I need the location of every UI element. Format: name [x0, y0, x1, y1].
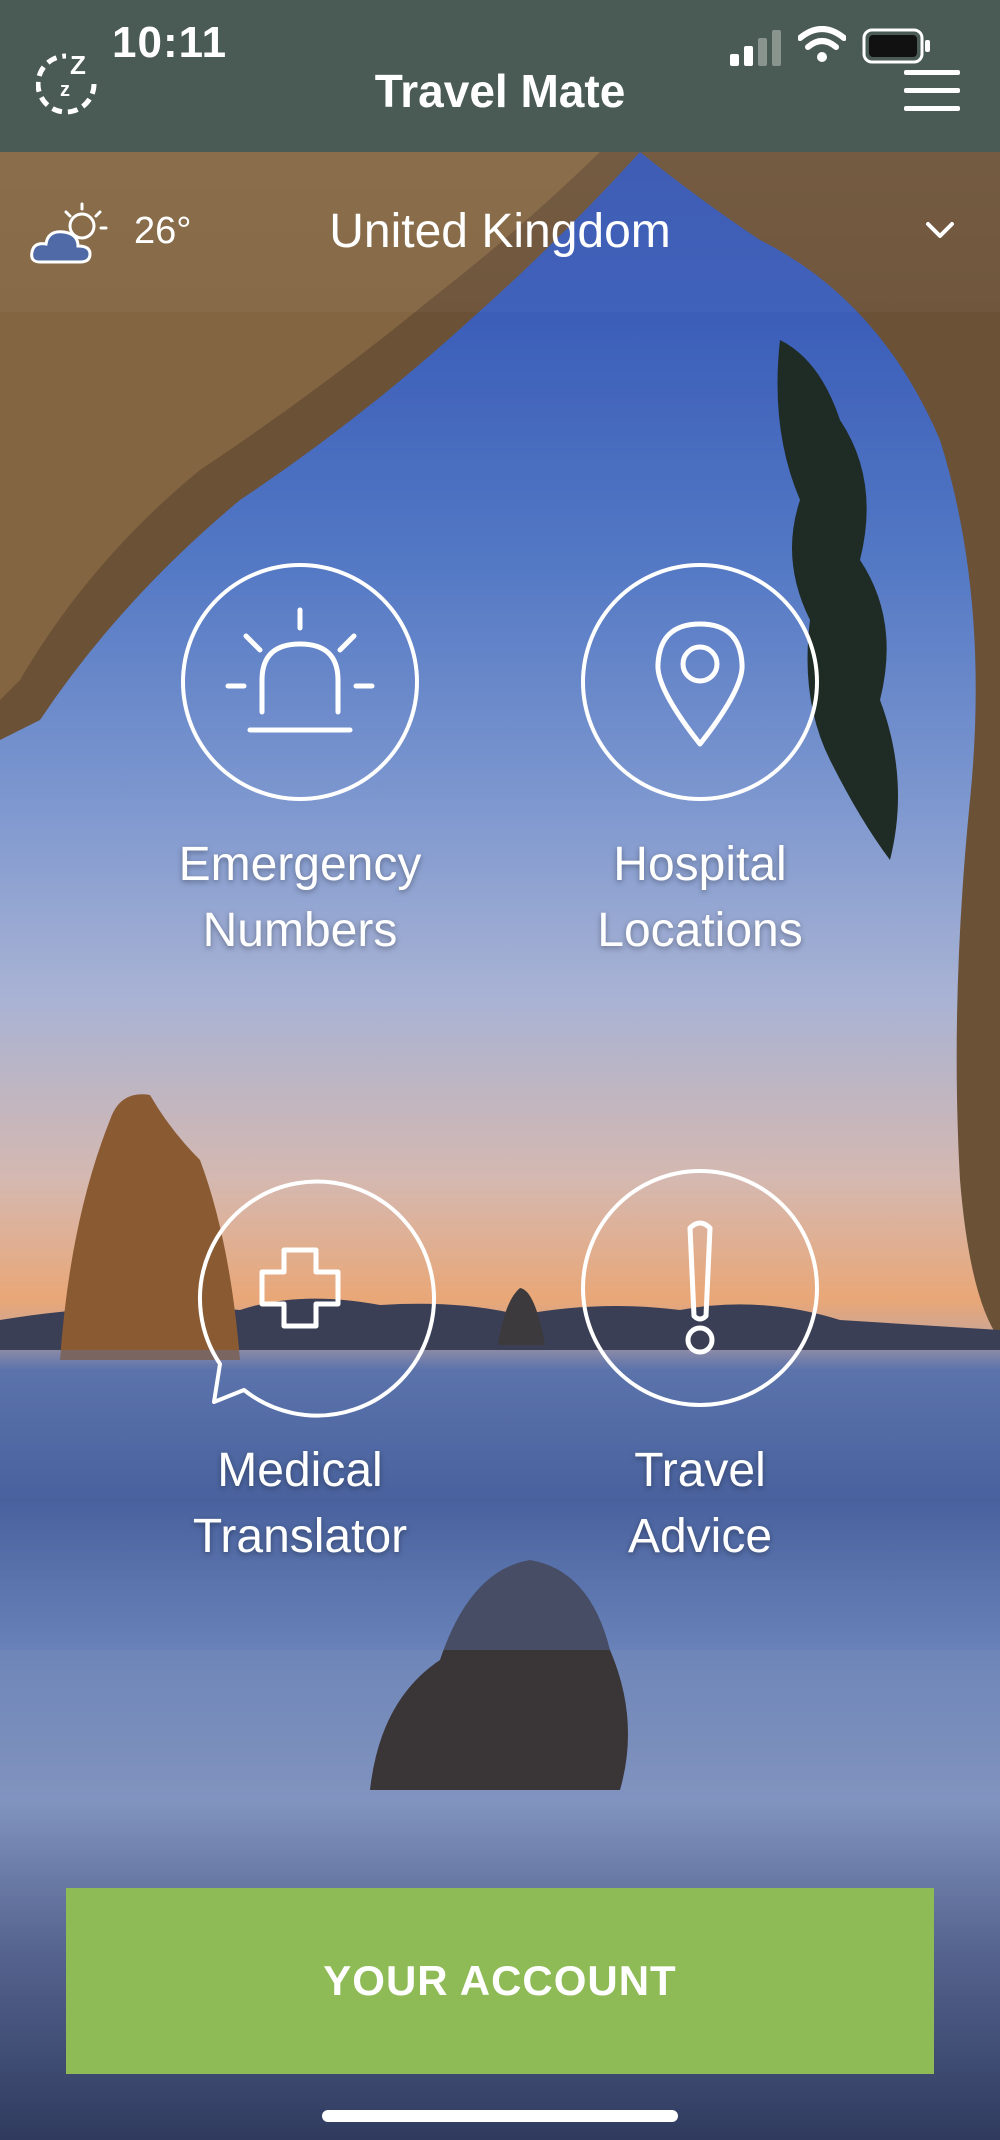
hamburger-line-icon	[904, 106, 960, 111]
home-indicator[interactable]	[322, 2110, 678, 2122]
tile-label-line: Emergency	[178, 838, 422, 891]
hamburger-line-icon	[904, 88, 960, 93]
country-name: United Kingdom	[329, 205, 671, 258]
tile-label: Medical Translator	[120, 1438, 480, 1570]
tile-label: Emergency Numbers	[120, 832, 480, 964]
exclamation-icon	[581, 1169, 819, 1407]
app-title: Travel Mate	[374, 65, 626, 117]
tile-label: Travel Advice	[520, 1438, 880, 1570]
wifi-icon	[798, 26, 846, 62]
tile-label-line: Hospital	[613, 838, 787, 891]
map-pin-icon	[581, 563, 819, 801]
app-header: 10:11 Z z Travel Mate	[0, 0, 1000, 152]
hamburger-line-icon	[904, 70, 960, 75]
cellular-signal-icon	[730, 30, 781, 66]
siren-icon	[181, 563, 419, 801]
temperature-value: 26°	[134, 210, 192, 252]
your-account-button[interactable]: YOUR ACCOUNT	[66, 1888, 934, 2074]
tile-label-line: Numbers	[202, 904, 398, 957]
status-time: 10:11	[112, 18, 228, 67]
medical-translator-tile[interactable]: Medical Translator	[120, 1168, 480, 1588]
tile-label-line: Locations	[597, 904, 803, 957]
chevron-down-icon[interactable]	[920, 210, 960, 250]
location-bar: 26° United Kingdom	[0, 152, 1000, 312]
medical-cross-chat-icon	[198, 1179, 436, 1418]
tile-label-line: Advice	[627, 1510, 773, 1563]
background-photo	[0, 0, 1000, 2140]
tile-label-line: Translator	[192, 1510, 408, 1563]
battery-icon	[862, 28, 930, 64]
partly-cloudy-icon	[30, 202, 108, 264]
hospital-locations-tile[interactable]: Hospital Locations	[520, 562, 880, 982]
country-selector[interactable]: United Kingdom	[250, 194, 750, 264]
tile-label-line: Travel	[634, 1444, 766, 1497]
tile-label-line: Medical	[217, 1444, 383, 1497]
emergency-numbers-tile[interactable]: Emergency Numbers	[120, 562, 480, 982]
menu-button[interactable]	[904, 70, 960, 112]
travel-advice-tile[interactable]: Travel Advice	[520, 1168, 880, 1588]
tile-label: Hospital Locations	[520, 832, 880, 964]
